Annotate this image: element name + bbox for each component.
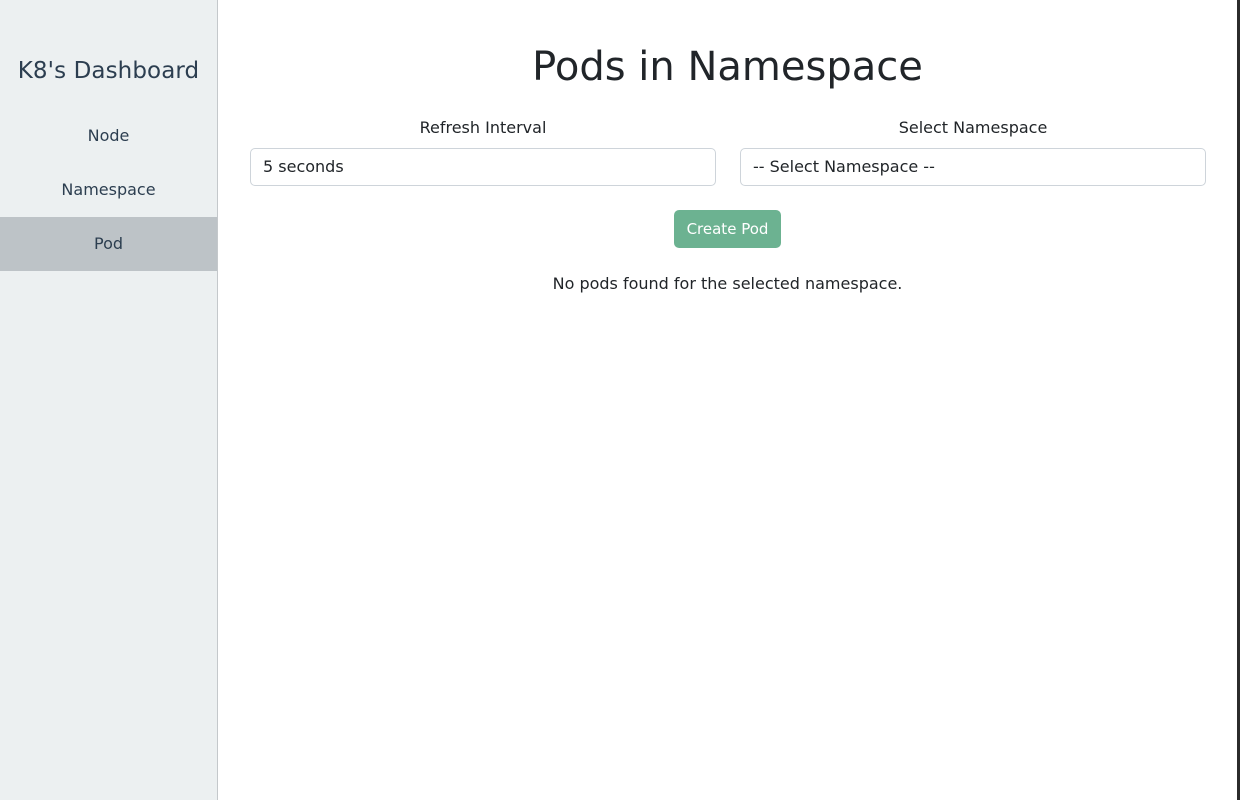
namespace-select-value: -- Select Namespace -- bbox=[753, 157, 935, 176]
sidebar-item-pod[interactable]: Pod bbox=[0, 217, 217, 271]
app-root: K8's Dashboard Node Namespace Pod Pods i… bbox=[0, 0, 1240, 800]
empty-state-message: No pods found for the selected namespace… bbox=[552, 274, 903, 293]
brand-title: K8's Dashboard bbox=[17, 58, 200, 84]
sidebar-item-node[interactable]: Node bbox=[0, 109, 217, 163]
sidebar-item-namespace[interactable]: Namespace bbox=[0, 163, 217, 217]
main-content: Pods in Namespace Refresh Interval Selec… bbox=[218, 0, 1237, 800]
namespace-select[interactable]: -- Select Namespace -- bbox=[740, 148, 1206, 186]
sidebar: K8's Dashboard Node Namespace Pod bbox=[0, 0, 218, 800]
select-namespace-label: Select Namespace bbox=[898, 118, 1048, 137]
refresh-interval-select[interactable]: 5 seconds bbox=[250, 148, 716, 186]
create-pod-button[interactable]: Create Pod bbox=[674, 210, 781, 248]
refresh-interval-value: 5 seconds bbox=[263, 157, 344, 176]
refresh-interval-label: Refresh Interval bbox=[419, 118, 547, 137]
page-title: Pods in Namespace bbox=[532, 44, 923, 90]
